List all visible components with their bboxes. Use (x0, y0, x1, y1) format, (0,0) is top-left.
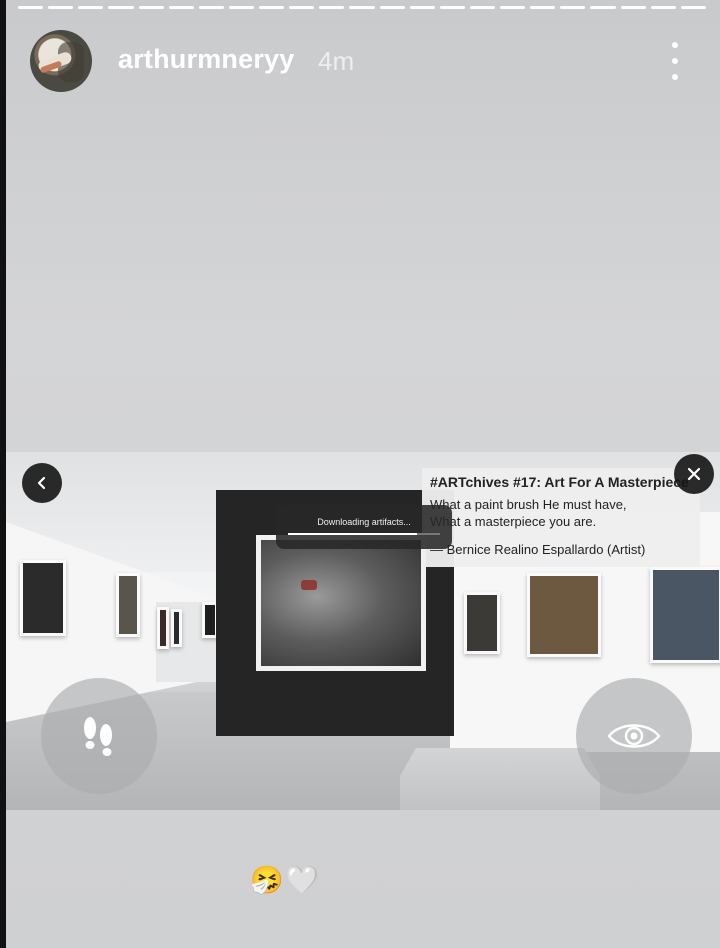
download-progress-fill (288, 533, 418, 535)
story-progress-segment (48, 6, 74, 9)
story-progress-bar (18, 6, 706, 9)
pedestal (400, 748, 600, 810)
story-progress-segment (319, 6, 345, 9)
story-reactions: 🤧 🤍 (250, 864, 319, 896)
artwork-credit: — Bernice Realino Espallardo (Artist) (430, 542, 646, 557)
story-progress-segment (560, 6, 586, 9)
walk-button[interactable] (41, 678, 157, 794)
post-time: 4m (318, 46, 355, 76)
artwork-title: #ARTchives #17: Art For A Masterpiece (430, 474, 689, 490)
avatar[interactable] (30, 30, 92, 92)
story-progress-segment (349, 6, 375, 9)
story-progress-segment (379, 6, 405, 9)
chevron-left-icon (37, 476, 46, 490)
view-button[interactable] (576, 678, 692, 794)
artwork-quote-line-2: What a masterpiece you are. (430, 514, 597, 529)
story-progress-segment (289, 6, 315, 9)
username[interactable]: arthurmneryy (118, 44, 294, 75)
download-progress-bar (288, 533, 440, 535)
footsteps-icon (84, 717, 112, 756)
back-button[interactable] (22, 463, 62, 503)
download-toast: Downloading artifacts... (276, 505, 452, 549)
eye-icon (607, 724, 661, 748)
artwork-right-1 (464, 592, 500, 654)
story-progress-segment (18, 6, 44, 9)
story-progress-segment (680, 6, 706, 9)
artwork-corridor-2 (171, 609, 182, 647)
story-progress-segment (439, 6, 465, 9)
story-progress-segment (469, 6, 495, 9)
story-progress-segment (78, 6, 104, 9)
story-progress-segment (108, 6, 134, 9)
download-label: Downloading artifacts... (317, 517, 411, 527)
artwork-quote-line-1: What a paint brush He must have, (430, 497, 627, 512)
story-progress-segment (500, 6, 526, 9)
story-progress-segment (530, 6, 556, 9)
story-progress-segment (138, 6, 164, 9)
story-progress-segment (620, 6, 646, 9)
close-button[interactable] (674, 454, 714, 494)
story-progress-segment (590, 6, 616, 9)
white-heart-emoji: 🤍 (285, 865, 320, 895)
story-progress-segment (228, 6, 254, 9)
story-progress-segment (409, 6, 435, 9)
story-progress-segment (168, 6, 194, 9)
story-progress-segment (198, 6, 224, 9)
artwork-info-card: #ARTchives #17: Art For A Masterpiece Wh… (422, 468, 700, 567)
artwork-left-1 (20, 560, 66, 636)
story-progress-segment (650, 6, 676, 9)
artwork-corridor-1 (157, 607, 169, 649)
more-vertical-icon[interactable] (664, 42, 686, 80)
artwork-left-2 (116, 573, 140, 637)
close-icon (687, 467, 701, 481)
story-progress-segment (259, 6, 285, 9)
artwork-right-3 (650, 567, 720, 663)
sneezing-face-emoji: 🤧 (250, 865, 284, 895)
virtual-gallery-screenshot: #ARTchives #17: Art For A Masterpiece Wh… (6, 452, 720, 810)
artwork-right-2 (527, 573, 601, 657)
featured-artwork[interactable] (256, 535, 426, 671)
